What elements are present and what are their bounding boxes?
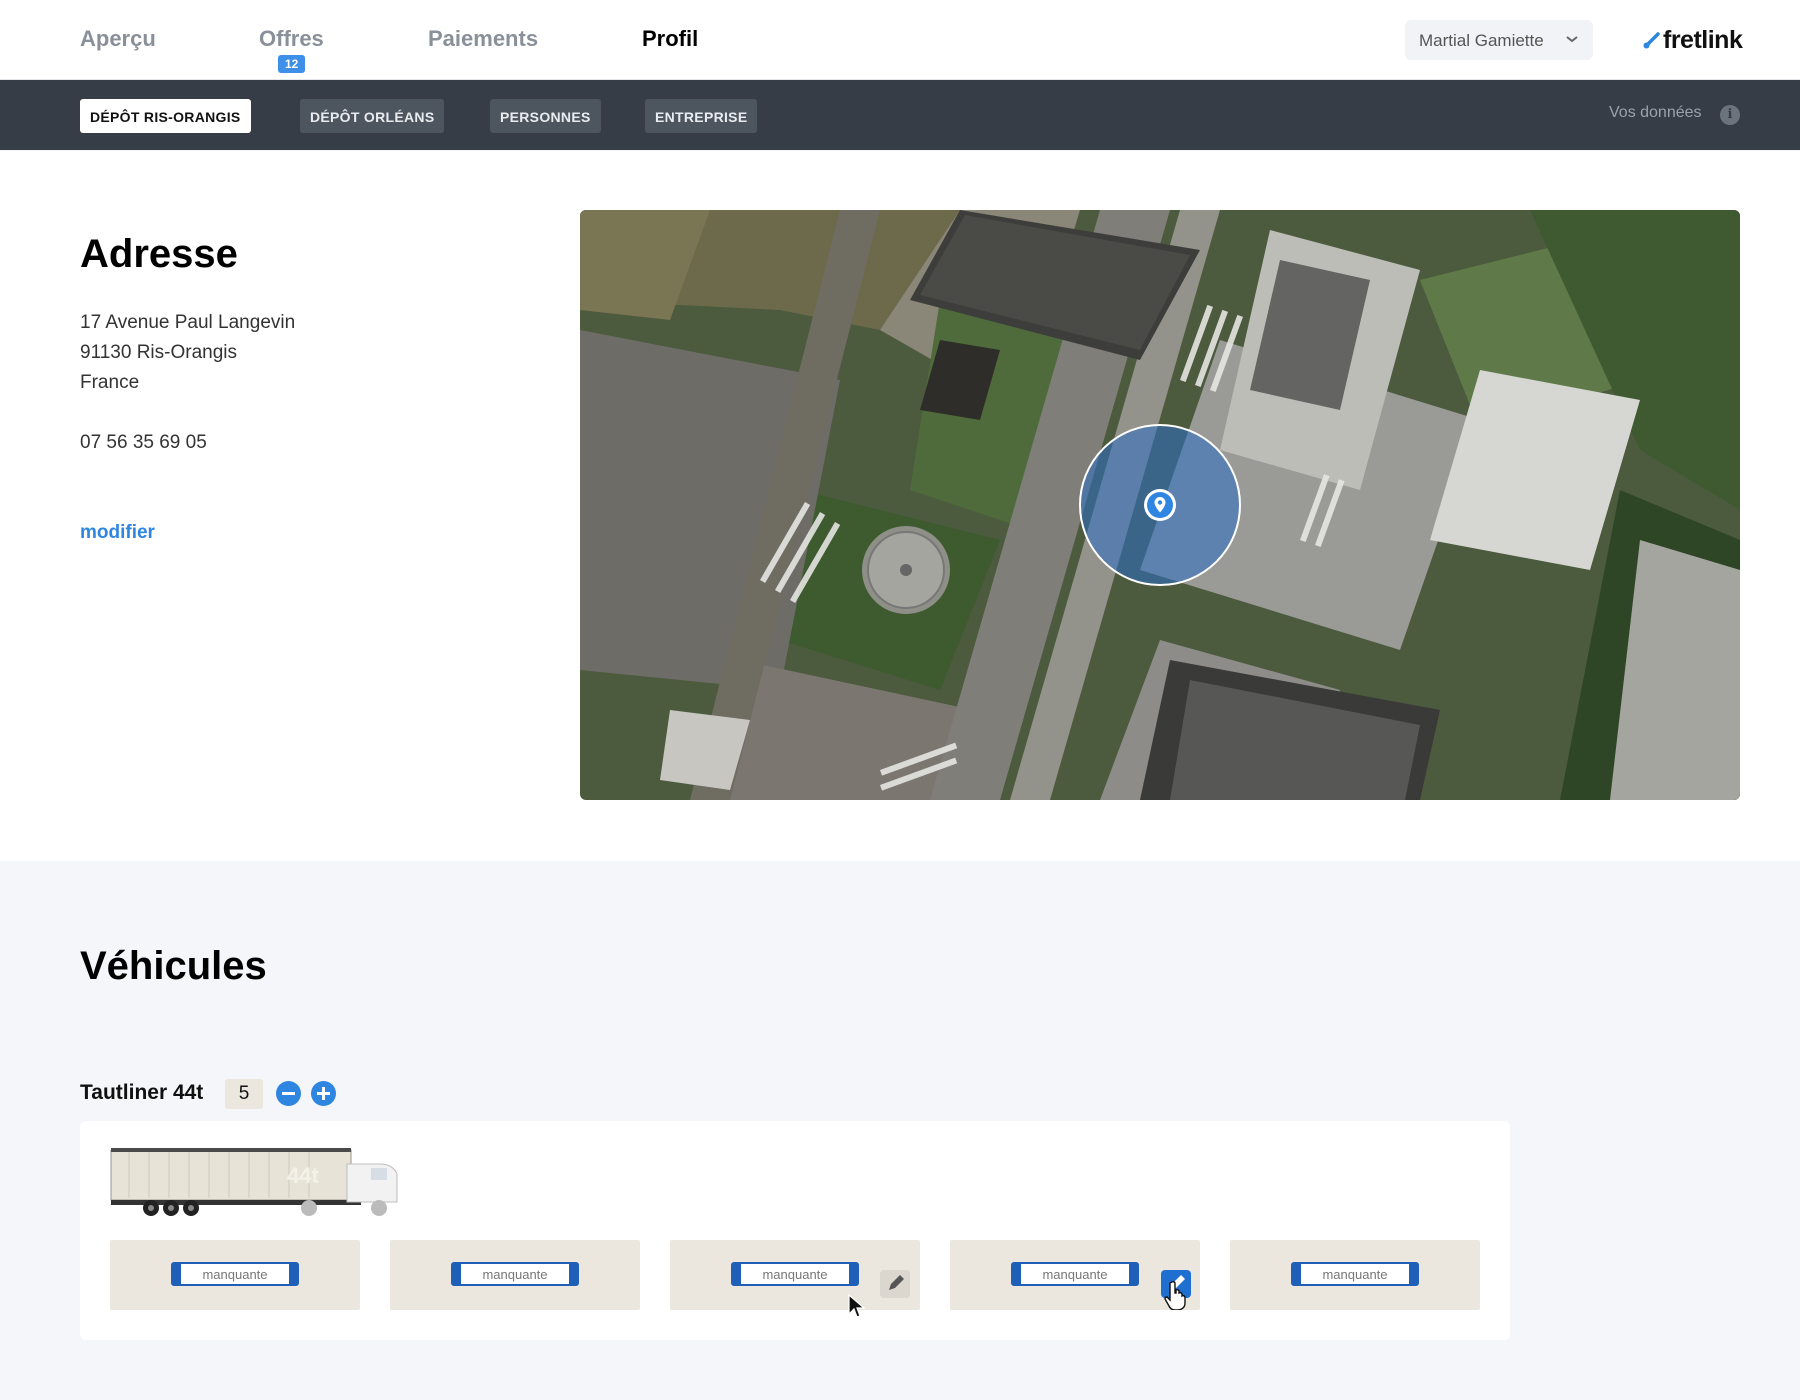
aerial-map[interactable] [580,210,1740,800]
edit-plate-button[interactable] [880,1270,910,1298]
offres-count-badge: 12 [278,55,306,73]
tab-entreprise[interactable]: ENTREPRISE [645,99,758,133]
plate-status: manquante [762,1267,828,1282]
vehicles-title: Véhicules [80,944,267,988]
plate-slot-3[interactable]: manquante [670,1240,920,1310]
decrease-count-button[interactable] [276,1081,301,1106]
pencil-icon [889,1275,904,1290]
mouse-pointer-icon [848,1294,866,1318]
vos-donnees-link[interactable]: Vos données [1609,104,1702,122]
license-plate: manquante [1011,1262,1139,1286]
plate-slot-4[interactable]: manquante [950,1240,1200,1310]
minus-icon [282,1092,295,1095]
truck-tonnage-tag: 44t [287,1163,319,1188]
plate-slot-1[interactable]: manquante [110,1240,360,1310]
fretlink-logo-icon [1643,32,1660,49]
user-menu-dropdown[interactable]: Martial Gamiette [1405,20,1593,60]
plate-status: manquante [202,1267,268,1282]
address-street: 17 Avenue Paul Langevin [80,312,296,333]
license-plate: manquante [731,1262,859,1286]
brand-logo[interactable]: fretlink [1643,26,1743,55]
nav-offres[interactable]: Offres [259,26,324,52]
plate-status: manquante [1322,1267,1388,1282]
location-pin-icon[interactable] [1141,486,1179,524]
plate-slot-2[interactable]: manquante [390,1240,640,1310]
address-title: Adresse [80,232,238,276]
plate-status: manquante [482,1267,548,1282]
license-plate: manquante [1291,1262,1419,1286]
nav-paiements[interactable]: Paiements [428,26,538,52]
top-navigation: Aperçu Offres 12 Paiements Profil Martia… [0,0,1800,80]
vehicle-type-label: Tautliner 44t [80,1081,204,1104]
tab-depot-orleans[interactable]: DÉPÔT ORLÉANS [300,99,445,133]
license-plate: manquante [451,1262,579,1286]
brand-name: fretlink [1663,26,1743,54]
chevron-down-icon [1566,36,1578,43]
info-icon[interactable]: i [1720,105,1740,125]
tautliner-truck-icon: 44t [110,1148,398,1216]
tab-personnes[interactable]: PERSONNES [490,99,601,133]
address-phone: 07 56 35 69 05 [80,432,207,453]
user-name: Martial Gamiette [1419,31,1544,50]
hand-pointer-icon [1164,1280,1186,1310]
address-country: France [80,372,140,393]
vehicle-count: 5 [225,1079,263,1109]
plate-status: manquante [1042,1267,1108,1282]
nav-apercu[interactable]: Aperçu [80,26,156,52]
depot-tabs-bar: DÉPÔT RIS-ORANGIS DÉPÔT ORLÉANS PERSONNE… [0,80,1800,150]
license-plate: manquante [171,1262,299,1286]
plate-slot-5[interactable]: manquante [1230,1240,1480,1310]
increase-count-button[interactable] [311,1081,336,1106]
modify-address-link[interactable]: modifier [80,522,155,544]
tab-depot-ris-orangis[interactable]: DÉPÔT RIS-ORANGIS [80,99,251,133]
address-city: 91130 Ris-Orangis [80,342,238,363]
nav-profil[interactable]: Profil [642,26,698,52]
